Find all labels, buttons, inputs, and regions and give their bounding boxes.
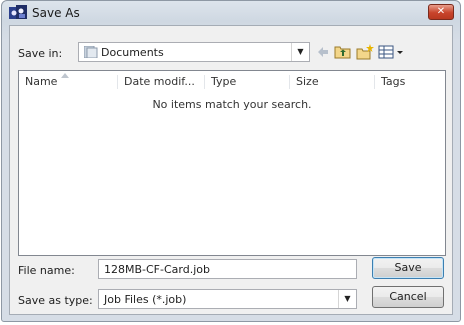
view-menu-icon[interactable]	[378, 44, 406, 60]
close-icon: ✕	[436, 6, 446, 17]
empty-list-message: No items match your search.	[152, 98, 312, 111]
save-as-type-value: Job Files (*.job)	[104, 293, 187, 306]
save-button[interactable]: Save	[372, 257, 444, 279]
file-name-value: 128MB-CF-Card.job	[104, 263, 210, 276]
window-title: Save As	[32, 6, 80, 20]
cancel-button[interactable]: Cancel	[372, 286, 444, 308]
close-button[interactable]: ✕	[428, 4, 454, 20]
up-folder-icon[interactable]	[334, 44, 352, 60]
save-as-type-label: Save as type:	[18, 294, 93, 307]
column-header-type[interactable]: Type	[205, 71, 289, 91]
save-in-dropdown[interactable]: Documents ▼	[78, 42, 310, 62]
file-list[interactable]: Name Date modif... Type Size Tags No ite…	[18, 70, 446, 256]
column-header-tags[interactable]: Tags	[375, 71, 445, 91]
save-as-dialog: Save As ✕ Save in: Documents ▼ Name Date…	[1, 0, 461, 322]
new-folder-icon[interactable]	[356, 44, 374, 60]
column-header-size[interactable]: Size	[290, 71, 374, 91]
app-icon	[9, 5, 27, 19]
chevron-down-icon[interactable]: ▼	[291, 43, 309, 61]
chevron-down-icon[interactable]: ▼	[338, 290, 356, 308]
file-name-label: File name:	[18, 264, 75, 277]
documents-folder-icon	[84, 46, 98, 58]
column-header-date-modified[interactable]: Date modif...	[118, 71, 204, 91]
save-in-value: Documents	[101, 46, 164, 59]
back-arrow-icon[interactable]	[316, 44, 330, 60]
save-in-label: Save in:	[18, 47, 63, 60]
file-name-input[interactable]: 128MB-CF-Card.job	[98, 259, 357, 279]
title-bar[interactable]: Save As ✕	[2, 1, 460, 25]
save-as-type-dropdown[interactable]: Job Files (*.job) ▼	[98, 289, 357, 309]
sort-ascending-icon	[61, 73, 69, 78]
dialog-body: Save in: Documents ▼ Name Date modif... …	[9, 25, 453, 315]
